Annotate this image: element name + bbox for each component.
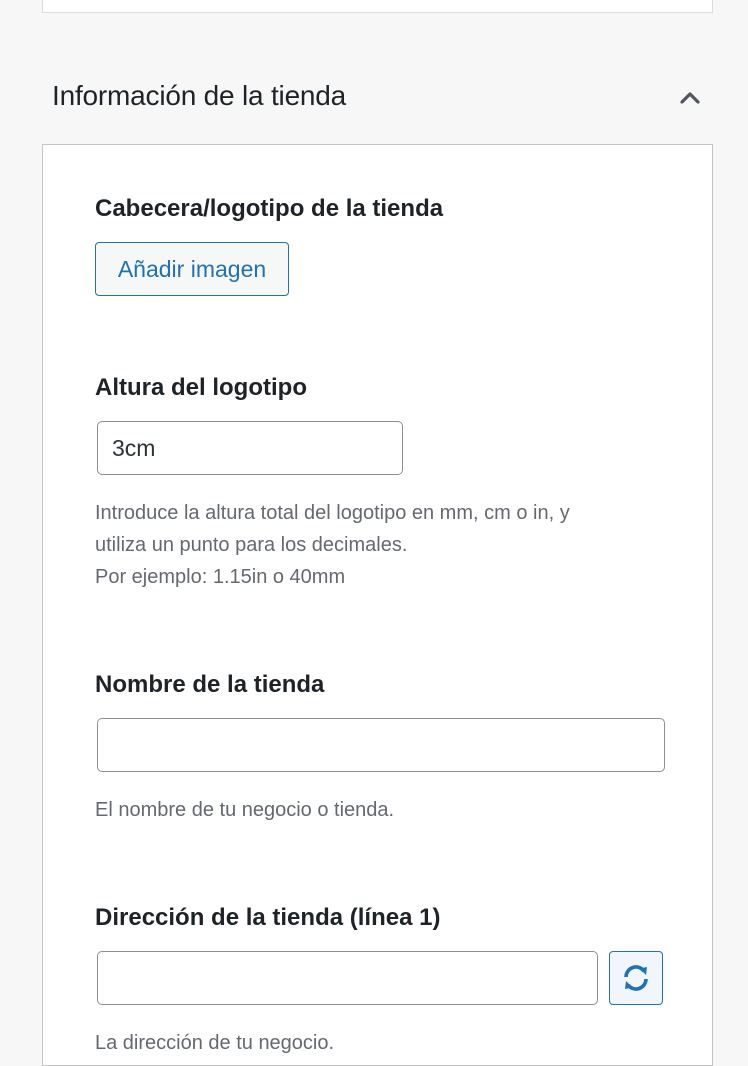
logo-height-help: Introduce la altura total del logotipo e… [95,497,570,593]
shop-address-1-help: La dirección de tu negocio. [95,1032,335,1054]
refresh-address-button[interactable] [609,951,663,1005]
shop-name-input[interactable] [97,718,665,772]
section-title: Información de la tienda [52,80,347,111]
refresh-icon [624,965,648,991]
shop-address-1-label: Dirección de la tienda (línea 1) [95,904,441,931]
logo-height-label: Altura del logotipo [95,374,307,401]
logo-height-help-line-1: Introduce la altura total del logotipo e… [95,502,570,524]
shop-name-help: El nombre de tu negocio o tienda. [95,799,395,821]
logo-height-help-line-2: utiliza un punto para los decimales. [95,534,408,556]
logo-height-help-line-3: Por ejemplo: 1.15in o 40mm [95,566,346,588]
logo-label: Cabecera/logotipo de la tienda [95,195,444,222]
previous-panel-bottom [42,0,713,13]
chevron-up-icon [680,92,700,104]
add-image-button[interactable]: Añadir imagen [95,242,289,296]
shop-info-panel: Cabecera/logotipo de la tienda Añadir im… [42,144,713,1066]
logo-height-input[interactable] [97,421,403,475]
section-header-shop-info[interactable]: Información de la tienda [42,62,713,144]
collapse-toggle-button[interactable] [672,80,708,116]
shop-name-label: Nombre de la tienda [95,671,325,698]
shop-address-1-input[interactable] [97,951,598,1005]
